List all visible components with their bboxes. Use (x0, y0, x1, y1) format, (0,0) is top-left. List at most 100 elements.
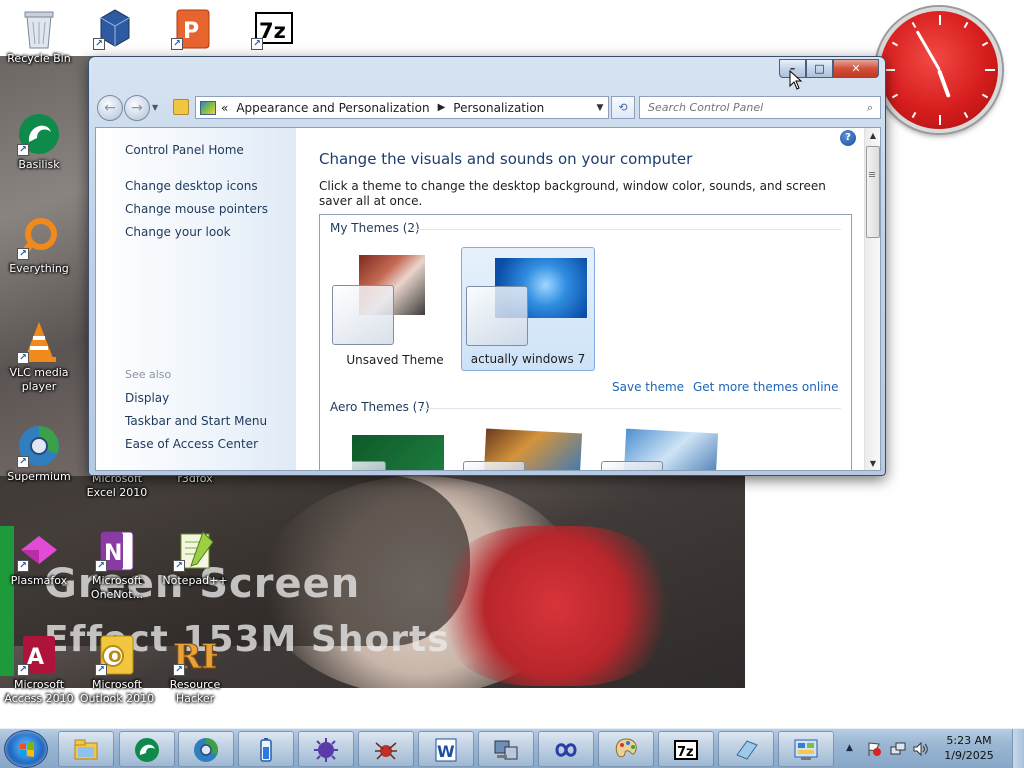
theme-glass-preview (332, 285, 394, 345)
desktop-icon-virtualbox[interactable]: ↗ (76, 6, 154, 50)
scrollbar-thumb[interactable] (866, 146, 880, 238)
7zip-icon: 7z ↗ (251, 6, 295, 50)
taskbar-basilisk[interactable] (119, 731, 175, 767)
svg-text:W: W (437, 742, 455, 761)
desktop-icon-basilisk[interactable]: ↗ Basilisk (0, 112, 78, 172)
control-panel-home-link[interactable]: Control Panel Home (125, 143, 244, 157)
theme-unsaved[interactable]: Unsaved Theme (328, 247, 462, 371)
change-your-look-link[interactable]: Change your look (125, 225, 231, 239)
taskbar-infinity-app[interactable] (538, 731, 594, 767)
supermium-icon: ↗ (17, 424, 61, 468)
clock-minute-hand (915, 30, 941, 71)
aero-themes-header[interactable]: Aero Themes (7) (330, 400, 430, 414)
desktop-icon-resource-hacker[interactable]: RH ↗ Resource Hacker (156, 632, 234, 706)
desktop-icon-powerpoint[interactable]: P ↗ (154, 6, 232, 50)
task-pane: Control Panel Home Change desktop icons … (96, 128, 296, 470)
access-icon: A ↗ (17, 632, 61, 676)
onenote-icon: N ↗ (95, 528, 139, 572)
start-button[interactable] (4, 730, 48, 768)
svg-text:O: O (108, 647, 122, 666)
theme-actually-windows-7[interactable]: actually windows 7 (461, 247, 595, 371)
spider-icon (375, 742, 397, 760)
forward-button[interactable]: → (124, 95, 150, 121)
taskbar-purple-app[interactable] (298, 731, 354, 767)
breadcrumb-overflow[interactable]: « (221, 101, 228, 115)
maximize-button[interactable]: □ (806, 59, 833, 78)
breadcrumb-personalization[interactable]: Personalization (453, 101, 544, 115)
virus-icon (314, 738, 338, 762)
refresh-button[interactable]: ⟲ (611, 96, 635, 119)
taskbar-7zip[interactable]: 7z (658, 731, 714, 767)
svg-text:7z: 7z (259, 19, 286, 43)
see-also-heading: See also (125, 368, 172, 381)
desktop-icon-outlook-2010[interactable]: O ↗ Microsoft Outlook 2010 (78, 632, 156, 706)
desktop-icon-label: Notepad++ (162, 574, 228, 587)
breadcrumb-appearance-personalization[interactable]: Appearance and Personalization (236, 101, 429, 115)
desktop-icon-supermium[interactable]: ↗ Supermium (0, 424, 78, 484)
system-clock[interactable]: 5:23 AM 1/9/2025 (934, 733, 1004, 763)
my-themes-header[interactable]: My Themes (2) (330, 221, 420, 235)
theme-aero-2[interactable] (463, 425, 583, 470)
taskbar-paint[interactable] (598, 731, 654, 767)
desktop-icon-label: VLC media player (9, 366, 69, 393)
search-box[interactable]: ⌕ (639, 96, 881, 119)
clock-time: 5:23 AM (946, 734, 992, 747)
scroll-up-arrow-icon[interactable]: ▲ (865, 128, 880, 144)
taskbar-supermium[interactable] (178, 731, 234, 767)
taskbar-battery-app[interactable] (238, 731, 294, 767)
desktop-icon-onenote[interactable]: N ↗ Microsoft OneNot... (78, 528, 156, 602)
desktop-icon-vlc[interactable]: ↗ VLC media player (0, 320, 78, 394)
desktop-icon-access-2010[interactable]: A ↗ Microsoft Access 2010 (0, 632, 78, 706)
theme-aero-3[interactable] (601, 425, 721, 470)
display-link[interactable]: Display (125, 391, 169, 405)
save-theme-link[interactable]: Save theme (612, 380, 684, 394)
ease-of-access-center-link[interactable]: Ease of Access Center (125, 437, 258, 451)
taskbar-explorer[interactable] (58, 731, 114, 767)
back-button[interactable]: ← (97, 95, 123, 121)
desktop-icon-recycle-bin[interactable]: Recycle Bin (0, 6, 78, 66)
desktop-icon-notepadpp[interactable]: ↗ Notepad++ (156, 528, 234, 588)
up-folder-icon[interactable] (173, 99, 189, 115)
breadcrumb-separator-icon[interactable]: ▶ (438, 102, 446, 113)
taskbar-control-panel[interactable] (778, 731, 834, 767)
svg-text:P: P (183, 19, 199, 44)
taskbar-edit-app[interactable] (718, 731, 774, 767)
taskbar-word[interactable]: W (418, 731, 474, 767)
desktop-icon-plasmafox[interactable]: ↗ Plasmafox (0, 528, 78, 588)
search-input[interactable] (640, 101, 860, 114)
change-mouse-pointers-link[interactable]: Change mouse pointers (125, 202, 268, 216)
search-icon[interactable]: ⌕ (860, 101, 880, 115)
action-center-flag-icon[interactable] (866, 741, 882, 757)
close-button[interactable]: ✕ (833, 59, 879, 78)
paint-palette-icon (615, 738, 637, 758)
clock-gadget[interactable] (876, 7, 1002, 133)
address-bar[interactable]: « Appearance and Personalization ▶ Perso… (195, 96, 609, 119)
clock-hour-hand (937, 69, 951, 98)
network-icon[interactable] (890, 741, 906, 757)
scroll-down-arrow-icon[interactable]: ▼ (865, 456, 880, 470)
desktop-icon-label: Everything (9, 262, 69, 275)
change-desktop-icons-link[interactable]: Change desktop icons (125, 179, 258, 193)
show-desktop-button[interactable] (1012, 729, 1024, 768)
taskbar: W 7z ▲ 5:23 AM 1/9/2025 (0, 728, 1024, 768)
taskbar-spider-app[interactable] (358, 731, 414, 767)
virtualbox-icon: ↗ (93, 6, 137, 50)
address-dropdown-icon[interactable]: ▼ (592, 103, 608, 113)
taskbar-network-app[interactable] (478, 731, 534, 767)
desktop-icon-everything[interactable]: ↗ Everything (0, 216, 78, 276)
get-more-themes-online-link[interactable]: Get more themes online (693, 380, 839, 394)
navigation-bar: ← → ▼ « Appearance and Personalization ▶… (95, 95, 881, 121)
recent-pages-dropdown[interactable]: ▼ (152, 103, 158, 112)
outlook-icon: O ↗ (95, 632, 139, 676)
supermium-icon (194, 737, 219, 762)
theme-aero-1[interactable] (352, 435, 444, 470)
vertical-scrollbar[interactable]: ▲ ▼ (864, 128, 880, 470)
control-panel-icon (200, 100, 216, 115)
desktop-icon-7zip[interactable]: 7z ↗ (234, 6, 312, 50)
volume-icon[interactable] (912, 741, 928, 757)
desktop-icon-label: Microsoft OneNot... (90, 574, 144, 601)
help-icon[interactable]: ? (840, 130, 856, 146)
show-hidden-icons-icon[interactable]: ▲ (846, 743, 853, 753)
desktop-icon-label: Microsoft Access 2010 (4, 678, 74, 705)
taskbar-start-menu-link[interactable]: Taskbar and Start Menu (125, 414, 267, 428)
